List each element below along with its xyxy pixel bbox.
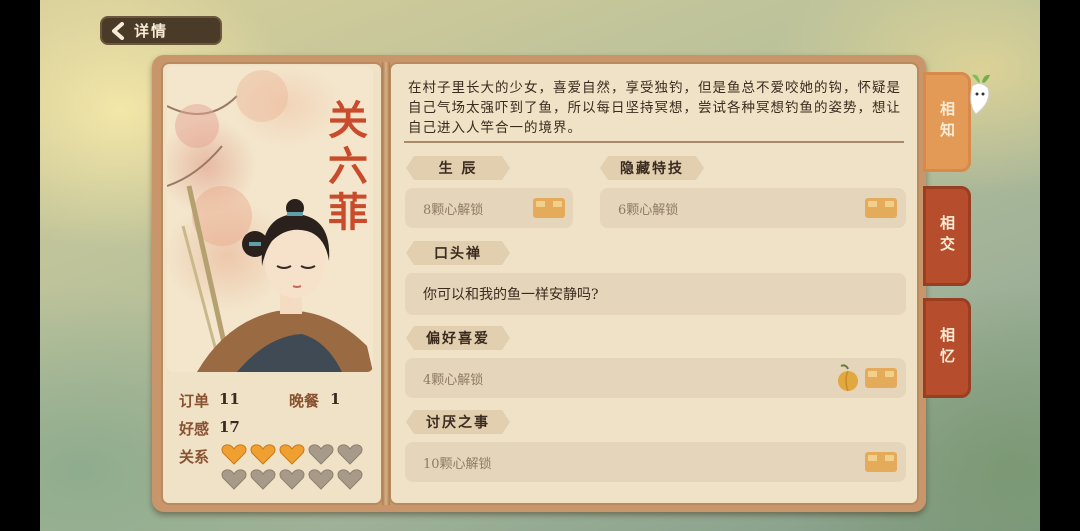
lock-icon: [533, 198, 565, 218]
dinner-label: 晚餐: [289, 392, 320, 410]
book-spine: [382, 62, 390, 505]
catchphrase-value: 你可以和我的鱼一样安静吗?: [423, 287, 599, 303]
lock-icon: [865, 198, 897, 218]
chevron-left-icon: [112, 21, 124, 40]
peach-gift-icon: [838, 364, 858, 392]
radish-mascot-icon: [970, 74, 990, 115]
tab-xiangjiao[interactable]: 相交: [923, 186, 971, 286]
letterbox-left: [0, 0, 40, 531]
heart-empty-icon: [308, 469, 334, 490]
tab-label: 相知: [938, 101, 956, 143]
orders-label: 订单: [179, 392, 210, 410]
letterbox-right: [1040, 0, 1080, 531]
dislikes-field: 10颗心解锁: [405, 442, 906, 482]
tab-label: 相交: [938, 215, 956, 257]
heart-filled-icon: [279, 444, 305, 465]
heart-empty-icon: [337, 444, 363, 465]
birthday-title: 生 辰: [406, 156, 510, 180]
lock-icon: [865, 452, 897, 472]
heart-empty-icon: [221, 469, 247, 490]
likes-title: 偏好喜爱: [406, 326, 510, 350]
dislikes-value: 10颗心解锁: [423, 456, 492, 472]
relation-label: 关系: [179, 448, 210, 466]
tab-label: 相忆: [938, 327, 956, 369]
heart-empty-icon: [337, 469, 363, 490]
hidden-skill-title: 隐藏特技: [600, 156, 704, 180]
lock-icon: [865, 368, 897, 388]
heart-empty-icon: [308, 444, 334, 465]
orders-value: 11: [219, 390, 240, 408]
character-name: 关六菲: [328, 97, 368, 236]
character-description: 在村子里长大的少女，喜爱自然，享受独钓，但是鱼总不爱咬她的钩，怀疑是自己气场太强…: [408, 80, 901, 136]
divider: [404, 141, 904, 143]
hidden-skill-value: 6颗心解锁: [618, 202, 679, 218]
likes-value: 4颗心解锁: [423, 372, 484, 388]
birthday-value: 8颗心解锁: [423, 202, 484, 218]
tab-xiangyi[interactable]: 相忆: [923, 298, 971, 398]
back-label: 详情: [134, 22, 169, 40]
affection-value: 17: [219, 418, 240, 436]
game-background: 详情 关六菲 订单 11 晚餐 1 好感 17 关系 在村子里长大的少女，喜爱自…: [0, 0, 1080, 531]
dinner-value: 1: [330, 390, 341, 408]
back-button[interactable]: 详情: [100, 16, 222, 45]
heart-filled-icon: [221, 444, 247, 465]
dislikes-title: 讨厌之事: [406, 410, 510, 434]
likes-field: 4颗心解锁: [405, 358, 906, 398]
affection-label: 好感: [179, 420, 210, 438]
heart-empty-icon: [279, 469, 305, 490]
hidden-skill-field: 6颗心解锁: [600, 188, 906, 228]
heart-filled-icon: [250, 444, 276, 465]
heart-empty-icon: [250, 469, 276, 490]
catchphrase-title: 口头禅: [406, 241, 510, 265]
catchphrase-field: 你可以和我的鱼一样安静吗?: [405, 273, 906, 315]
